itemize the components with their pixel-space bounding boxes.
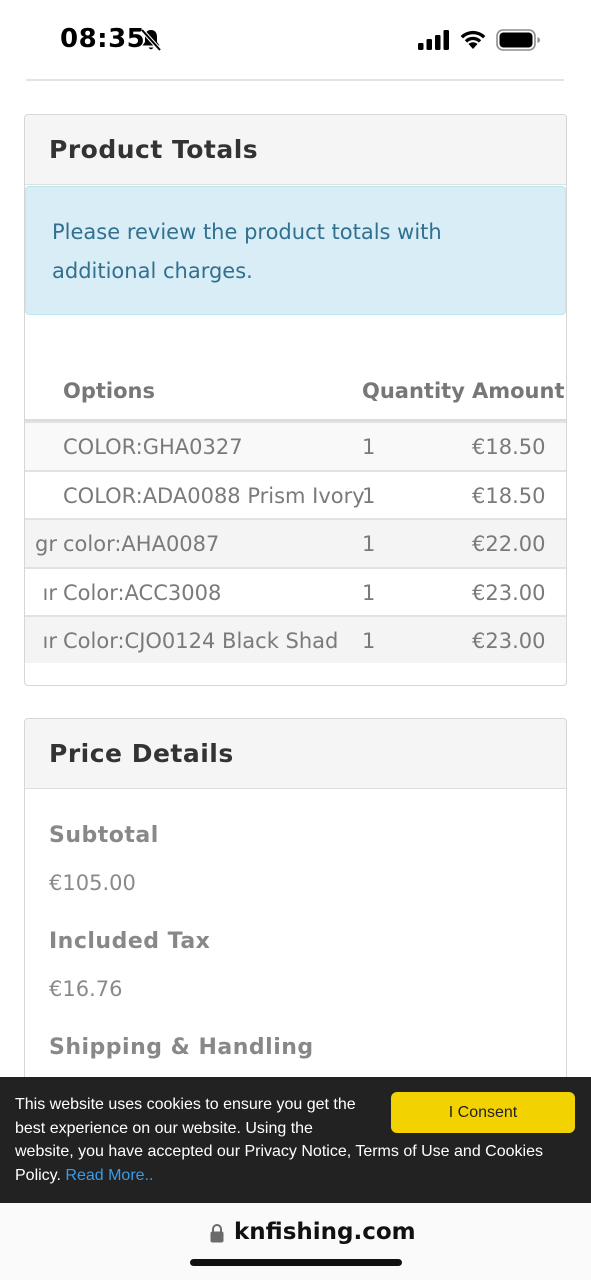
- cell-options: COLOR:GHA0327: [63, 435, 243, 459]
- cookie-banner: This website uses cookies to ensure you …: [0, 1077, 591, 1203]
- cell-amount: €23.00: [472, 629, 546, 653]
- url-text[interactable]: knfishing.com: [234, 1219, 416, 1245]
- price-details-heading: Price Details: [25, 719, 566, 789]
- column-header-options: Options: [63, 379, 155, 403]
- bell-slash-icon: [140, 28, 162, 52]
- browser-url-bar[interactable]: knfishing.com: [0, 1203, 591, 1280]
- cell-quantity: 1: [362, 580, 376, 605]
- product-totals-table[interactable]: Options Quantity Amount COLOR:GHA0327 1 …: [25, 363, 566, 663]
- column-header-amount: Amount: [472, 379, 565, 403]
- cell-quantity: 1: [362, 483, 376, 508]
- home-indicator[interactable]: [190, 1259, 402, 1266]
- cell-amount: €18.50: [472, 483, 546, 508]
- shipping-handling-label: Shipping & Handling: [49, 1035, 314, 1060]
- product-totals-heading: Product Totals: [25, 115, 566, 185]
- cell-quantity: 1: [362, 629, 376, 653]
- table-body: Options Quantity Amount COLOR:GHA0327 1 …: [25, 363, 566, 663]
- lock-icon: [210, 1224, 224, 1243]
- price-details-panel: Price Details Subtotal €105.00 Included …: [24, 718, 567, 1098]
- status-time: 08:35: [60, 24, 146, 54]
- cell-amount: €18.50: [472, 435, 546, 459]
- screen: 08:35 Product Totals Please review the p…: [0, 0, 591, 1280]
- subtotal-value: €105.00: [49, 871, 136, 895]
- cell-product: ır: [42, 629, 57, 653]
- product-totals-alert: Please review the product totals with ad…: [25, 186, 566, 315]
- price-details-body: Subtotal €105.00 Included Tax €16.76 Shi…: [25, 789, 566, 1077]
- table-row: COLOR:GHA0327 1 €18.50: [25, 421, 566, 470]
- cell-amount: €22.00: [472, 532, 546, 556]
- cell-amount: €23.00: [472, 580, 546, 605]
- cell-quantity: 1: [362, 532, 376, 556]
- product-totals-panel: Product Totals Please review the product…: [24, 114, 567, 686]
- table-header-row: Options Quantity Amount: [25, 363, 566, 421]
- subtotal-label: Subtotal: [49, 823, 159, 848]
- read-more-link[interactable]: Read More..: [65, 1167, 153, 1184]
- cell-options: Color:ACC3008: [63, 580, 222, 605]
- cell-quantity: 1: [362, 435, 376, 459]
- top-divider: [26, 79, 564, 81]
- cell-product: gr: [35, 532, 57, 556]
- included-tax-label: Included Tax: [49, 929, 211, 954]
- table-row: gr color:AHA0087 1 €22.00: [25, 518, 566, 567]
- signal-icon: [418, 30, 449, 50]
- table-row: COLOR:ADA0088 Prism Ivory 1 €18.50: [25, 469, 566, 519]
- cell-options: Color:CJO0124 Black Shad: [63, 629, 339, 653]
- consent-button[interactable]: I Consent: [391, 1092, 575, 1133]
- table-row: ır Color:CJO0124 Black Shad 1 €23.00: [25, 615, 566, 663]
- cell-options: color:AHA0087: [63, 532, 220, 556]
- cell-options: COLOR:ADA0088 Prism Ivory: [63, 483, 365, 508]
- wifi-icon: [460, 30, 486, 49]
- table-row: ır Color:ACC3008 1 €23.00: [25, 566, 566, 616]
- column-header-quantity: Quantity: [362, 379, 465, 403]
- included-tax-value: €16.76: [49, 977, 123, 1001]
- battery-icon: [496, 29, 540, 51]
- cell-product: ır: [42, 580, 57, 605]
- status-bar: 08:35: [0, 0, 591, 80]
